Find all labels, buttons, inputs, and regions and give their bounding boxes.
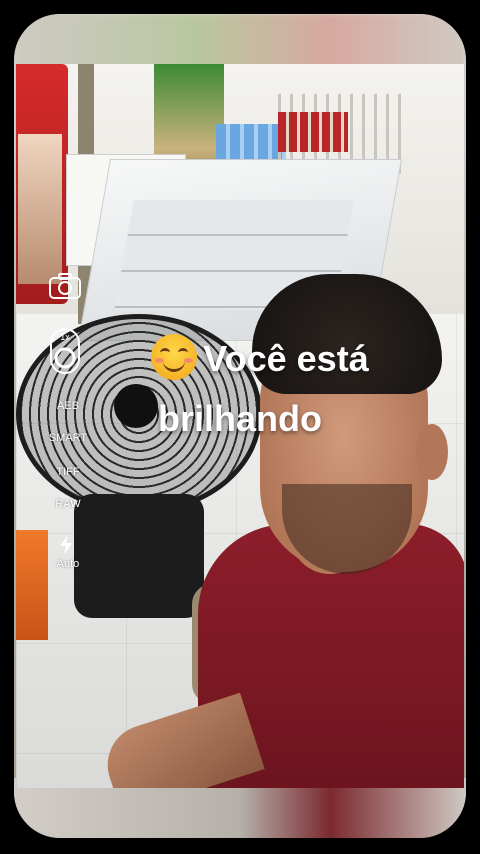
raw-mode-button[interactable]: RAW bbox=[34, 498, 102, 510]
fridge-glass-door bbox=[18, 134, 62, 284]
caption-text-2: brilhando bbox=[158, 398, 322, 439]
caption-text-1: Você está bbox=[203, 338, 369, 379]
flash-mode-label[interactable]: Auto bbox=[34, 558, 102, 570]
drinks-fridge bbox=[16, 64, 68, 304]
flash-icon[interactable] bbox=[56, 534, 76, 556]
tiff-mode-button[interactable]: TIFF bbox=[34, 466, 102, 478]
caption-line-2: brilhando bbox=[0, 398, 480, 440]
soda-crates bbox=[278, 112, 348, 152]
smiling-face-emoji-icon bbox=[151, 334, 198, 381]
caption-line-1: Você está bbox=[0, 334, 480, 384]
camera-icon[interactable] bbox=[48, 272, 82, 300]
